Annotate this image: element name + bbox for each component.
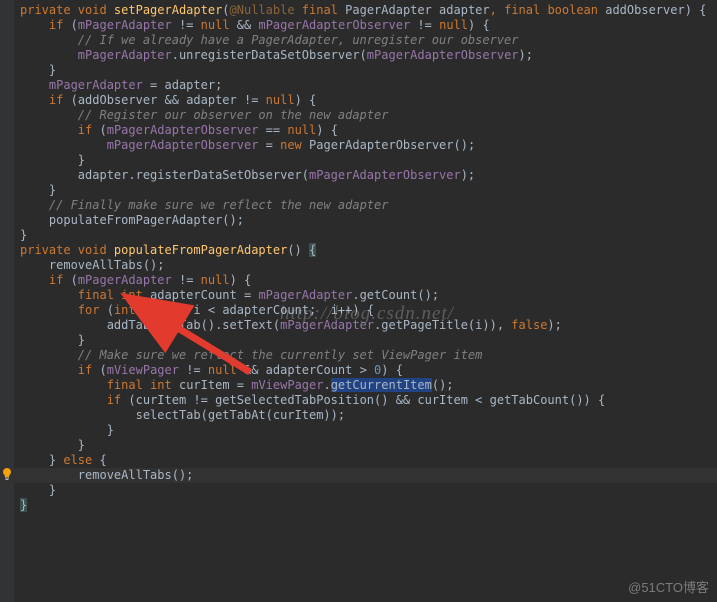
code-line[interactable]: // If we already have a PagerAdapter, un… (20, 33, 717, 48)
code-editor[interactable]: private void setPagerAdapter(@Nullable f… (0, 0, 717, 602)
code-line[interactable]: if (mPagerAdapter != null) { (20, 273, 717, 288)
code-line[interactable]: addTab(newTab().setText(mPagerAdapter.ge… (20, 318, 717, 333)
code-line[interactable]: mPagerAdapter.unregisterDataSetObserver(… (20, 48, 717, 63)
code-line[interactable]: if (addObserver && adapter != null) { (20, 93, 717, 108)
code-line[interactable]: private void populateFromPagerAdapter() … (20, 243, 717, 258)
code-line[interactable]: // Make sure we reflect the currently se… (20, 348, 717, 363)
code-line[interactable]: // Finally make sure we reflect the new … (20, 198, 717, 213)
code-line[interactable]: } (20, 423, 717, 438)
code-line[interactable]: private void setPagerAdapter(@Nullable f… (20, 3, 717, 18)
code-line[interactable]: } (20, 333, 717, 348)
code-line[interactable]: selectTab(getTabAt(curItem)); (20, 408, 717, 423)
code-line[interactable]: if (mViewPager != null && adapterCount >… (20, 363, 717, 378)
code-line[interactable]: populateFromPagerAdapter(); (20, 213, 717, 228)
code-line[interactable]: } else { (20, 453, 717, 468)
code-line[interactable]: adapter.registerDataSetObserver(mPagerAd… (20, 168, 717, 183)
code-line[interactable]: } (20, 228, 717, 243)
code-line[interactable]: removeAllTabs(); (20, 258, 717, 273)
code-line[interactable]: } (20, 183, 717, 198)
attribution-text: @51CTO博客 (628, 577, 709, 596)
code-line[interactable]: mPagerAdapter = adapter; (20, 78, 717, 93)
code-line[interactable]: mPagerAdapterObserver = new PagerAdapter… (20, 138, 717, 153)
code-line[interactable]: } (20, 498, 717, 513)
code-line[interactable]: // Register our observer on the new adap… (20, 108, 717, 123)
code-line[interactable]: } (20, 63, 717, 78)
code-line[interactable]: } (20, 483, 717, 498)
code-line[interactable]: final int adapterCount = mPagerAdapter.g… (20, 288, 717, 303)
code-line[interactable]: removeAllTabs(); (20, 468, 717, 483)
code-line[interactable]: if (curItem != getSelectedTabPosition() … (20, 393, 717, 408)
code-line[interactable]: for (int i = 0; i < adapterCount; i++) { (20, 303, 717, 318)
code-line[interactable]: if (mPagerAdapterObserver == null) { (20, 123, 717, 138)
code-area[interactable]: private void setPagerAdapter(@Nullable f… (20, 3, 717, 513)
code-line[interactable]: if (mPagerAdapter != null && mPagerAdapt… (20, 18, 717, 33)
code-line[interactable]: } (20, 438, 717, 453)
gutter (0, 0, 14, 602)
code-line[interactable]: final int curItem = mViewPager.getCurren… (20, 378, 717, 393)
intention-bulb-icon[interactable] (2, 468, 12, 480)
code-line[interactable]: } (20, 153, 717, 168)
